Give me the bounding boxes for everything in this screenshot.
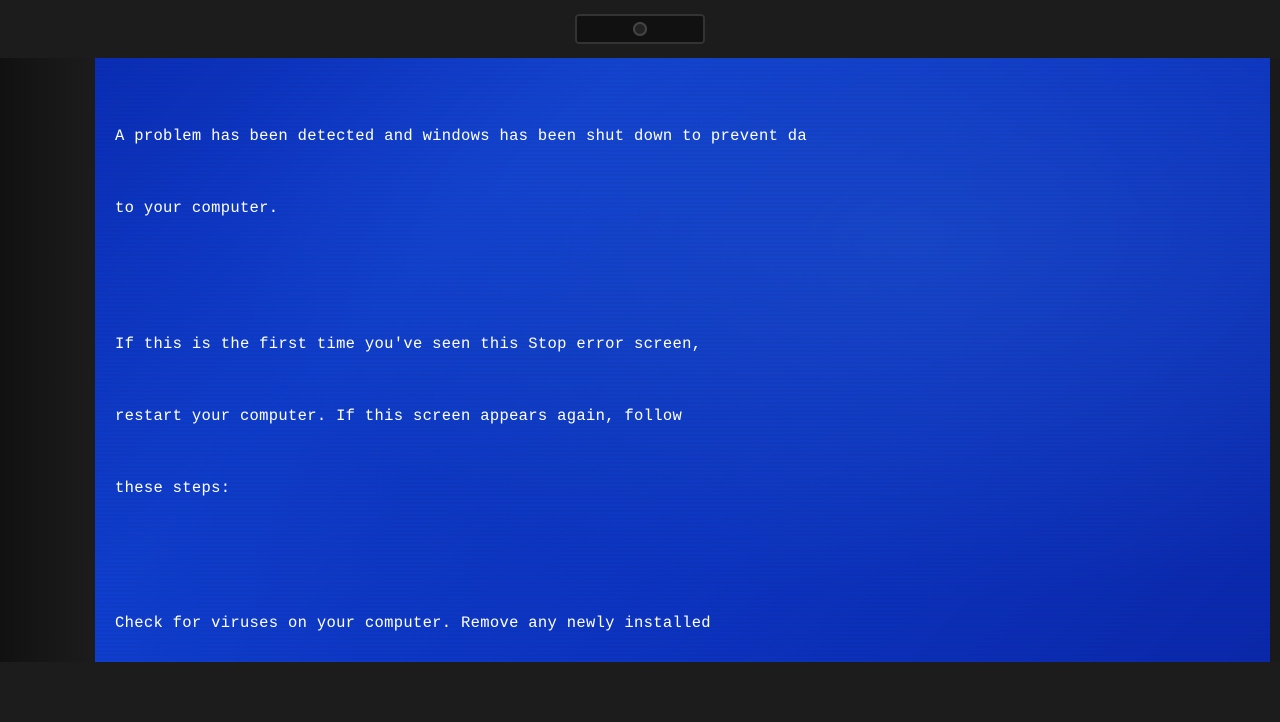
bsod-line-3: If this is the first time you've seen th… xyxy=(115,332,1250,356)
bsod-content: A problem has been detected and windows … xyxy=(95,58,1270,662)
left-edge xyxy=(0,58,95,662)
webcam-lens xyxy=(633,22,647,36)
bsod-line-2: to your computer. xyxy=(115,196,1250,220)
bsod-line-6: Check for viruses on your computer. Remo… xyxy=(115,611,1250,635)
bsod-line-4: restart your computer. If this screen ap… xyxy=(115,404,1250,428)
bottom-bezel xyxy=(0,662,1280,722)
bsod-screen: A problem has been detected and windows … xyxy=(95,58,1270,662)
bsod-spacer-1 xyxy=(115,268,1250,284)
webcam xyxy=(575,14,705,44)
bsod-line-1: A problem has been detected and windows … xyxy=(115,124,1250,148)
right-edge xyxy=(1270,58,1280,662)
laptop-frame: A problem has been detected and windows … xyxy=(0,0,1280,722)
bsod-spacer-2 xyxy=(115,548,1250,564)
top-bezel xyxy=(0,0,1280,58)
bsod-line-5: these steps: xyxy=(115,476,1250,500)
